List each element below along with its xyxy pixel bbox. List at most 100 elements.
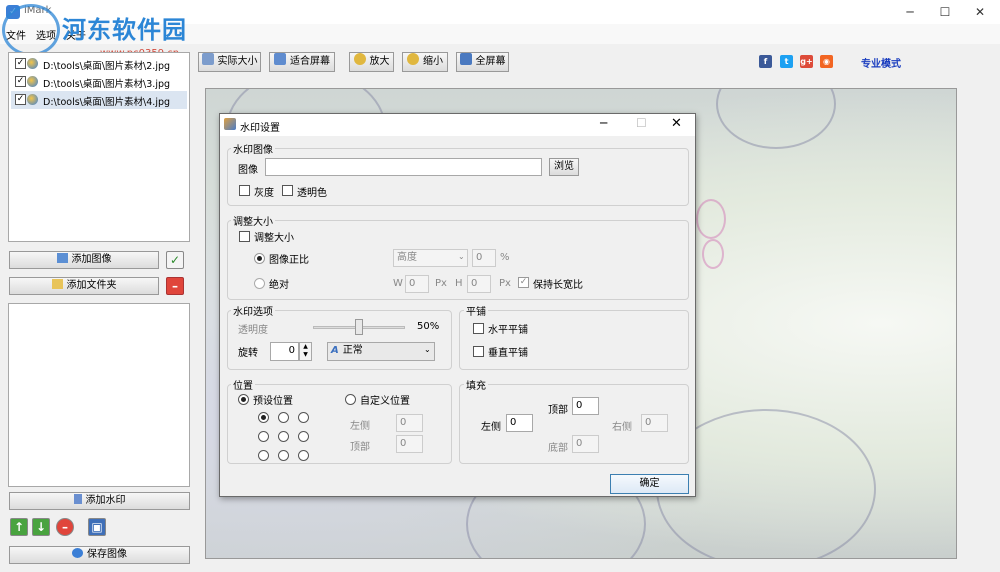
file-checkbox[interactable]: ✓ bbox=[15, 76, 26, 87]
move-down-icon[interactable]: ↓ bbox=[32, 518, 50, 536]
list-item[interactable]: ✓ D:\tools\桌面\图片素材\2.jpg bbox=[11, 55, 187, 73]
rotate-input[interactable]: 0 bbox=[270, 342, 299, 361]
image-group-label: 水印图像 bbox=[231, 141, 275, 156]
add-folder-label: 添加文件夹 bbox=[66, 280, 117, 291]
save-image-button[interactable]: 保存图像 bbox=[9, 546, 190, 564]
add-watermark-label: 添加水印 bbox=[85, 495, 126, 506]
padding-left-input[interactable]: 0 bbox=[506, 414, 533, 432]
preview-decoration bbox=[716, 89, 836, 149]
check-icon[interactable]: ✓ bbox=[166, 251, 184, 269]
site-watermark-logo-icon bbox=[2, 4, 60, 56]
close-button[interactable]: ✕ bbox=[963, 0, 997, 24]
resize-group-label: 调整大小 bbox=[231, 213, 275, 228]
blend-chevron-icon: ⌄ bbox=[424, 345, 431, 354]
height-label: H bbox=[455, 278, 463, 289]
zoom-out-button[interactable]: 缩小 bbox=[402, 52, 448, 72]
dialog-close-button[interactable]: ✕ bbox=[671, 116, 682, 131]
transparent-color-checkbox[interactable] bbox=[282, 185, 293, 196]
resize-label: 调整大小 bbox=[254, 233, 294, 244]
width-label: W bbox=[393, 278, 403, 289]
fit-screen-button[interactable]: 适合屏幕 bbox=[269, 52, 335, 72]
pro-mode-link[interactable]: 专业模式 bbox=[861, 55, 901, 70]
width-input: 0 bbox=[405, 275, 429, 293]
rss-icon[interactable]: ◉ bbox=[820, 55, 833, 68]
position-top-label: 顶部 bbox=[350, 442, 370, 453]
width-unit: Px bbox=[435, 278, 447, 289]
opacity-label: 透明度 bbox=[238, 325, 268, 336]
padding-right-label: 右侧 bbox=[612, 422, 632, 433]
position-left-label: 左侧 bbox=[350, 421, 370, 432]
file-checkbox[interactable]: ✓ bbox=[15, 94, 26, 105]
horizontal-tile-label: 水平平铺 bbox=[488, 325, 528, 336]
horizontal-tile-checkbox[interactable] bbox=[473, 323, 484, 334]
dimension-select: 高度 bbox=[393, 249, 468, 267]
fullscreen-icon bbox=[459, 53, 472, 65]
maximize-button[interactable]: ☐ bbox=[928, 0, 962, 24]
remove-icon[interactable]: – bbox=[166, 277, 184, 295]
twitter-icon[interactable]: t bbox=[780, 55, 793, 68]
list-item[interactable]: ✓ D:\tools\桌面\图片素材\3.jpg bbox=[11, 73, 187, 91]
image-label: 图像 bbox=[238, 165, 258, 176]
custom-position-radio[interactable] bbox=[345, 394, 356, 405]
grayscale-checkbox[interactable] bbox=[239, 185, 250, 196]
padding-left-label: 左侧 bbox=[481, 422, 501, 433]
padding-top-input[interactable]: 0 bbox=[572, 397, 599, 415]
zoom-in-button[interactable]: 放大 bbox=[349, 52, 394, 72]
position-grid-radio[interactable] bbox=[258, 412, 269, 423]
position-grid-radio[interactable] bbox=[298, 450, 309, 461]
google-plus-icon[interactable]: g+ bbox=[800, 55, 813, 68]
minimize-button[interactable]: ─ bbox=[893, 0, 927, 24]
vertical-tile-checkbox[interactable] bbox=[473, 346, 484, 357]
position-grid-radio[interactable] bbox=[258, 450, 269, 461]
file-list[interactable]: ✓ D:\tools\桌面\图片素材\2.jpg ✓ D:\tools\桌面\图… bbox=[8, 52, 190, 242]
preview-decoration bbox=[696, 199, 726, 239]
info-panel bbox=[8, 303, 190, 487]
add-folder-button[interactable]: 添加文件夹 bbox=[9, 277, 159, 295]
ok-button[interactable]: 确定 bbox=[610, 474, 689, 494]
dialog-minimize-button[interactable]: ─ bbox=[600, 116, 607, 130]
opacity-slider-thumb[interactable] bbox=[355, 319, 363, 335]
opacity-value: 50% bbox=[417, 321, 440, 332]
position-grid-radio[interactable] bbox=[298, 431, 309, 442]
resize-checkbox[interactable] bbox=[239, 231, 250, 242]
zoom-in-label: 放大 bbox=[369, 56, 390, 67]
padding-right-input: 0 bbox=[641, 414, 668, 432]
position-grid-radio[interactable] bbox=[278, 431, 289, 442]
padding-bottom-label: 底部 bbox=[548, 443, 568, 454]
image-path-input[interactable] bbox=[265, 158, 542, 176]
save-icon bbox=[72, 548, 83, 558]
rotate-spinner-icon[interactable]: ▲ ▼ bbox=[299, 342, 312, 361]
options-group bbox=[227, 310, 452, 370]
position-left-input: 0 bbox=[396, 414, 423, 432]
browse-button[interactable]: 浏览 bbox=[549, 158, 579, 176]
watermark-settings-dialog: 水印设置 ─ ☐ ✕ 水印图像 图像 浏览 灰度 透明色 调整大小 调整大小 图… bbox=[219, 113, 696, 497]
absolute-label: 绝对 bbox=[269, 280, 289, 291]
move-up-icon[interactable]: ↑ bbox=[10, 518, 28, 536]
position-grid-radio[interactable] bbox=[278, 450, 289, 461]
blend-mode-select[interactable]: A 正常 bbox=[327, 342, 435, 361]
actual-size-button[interactable]: 实际大小 bbox=[198, 52, 261, 72]
add-watermark-button[interactable]: 添加水印 bbox=[9, 492, 190, 510]
keep-ratio-label: 保持长宽比 bbox=[533, 280, 583, 291]
file-checkbox[interactable]: ✓ bbox=[15, 58, 26, 69]
fullscreen-button[interactable]: 全屏幕 bbox=[456, 52, 509, 72]
preset-position-radio[interactable] bbox=[238, 394, 249, 405]
custom-position-label: 自定义位置 bbox=[360, 396, 410, 407]
add-image-button[interactable]: 添加图像 bbox=[9, 251, 159, 269]
save-disk-icon[interactable]: ▣ bbox=[88, 518, 106, 536]
site-watermark-text: 河东软件园 bbox=[62, 15, 187, 44]
dialog-title: 水印设置 bbox=[240, 123, 280, 134]
padding-top-label: 顶部 bbox=[548, 405, 568, 416]
delete-icon[interactable]: – bbox=[56, 518, 74, 536]
position-grid-radio[interactable] bbox=[278, 412, 289, 423]
position-group-label: 位置 bbox=[231, 377, 255, 392]
list-item[interactable]: ✓ D:\tools\桌面\图片素材\4.jpg bbox=[11, 91, 187, 109]
position-grid-radio[interactable] bbox=[258, 431, 269, 442]
padding-bottom-input: 0 bbox=[572, 435, 599, 453]
font-icon: A bbox=[331, 345, 339, 356]
position-grid-radio[interactable] bbox=[298, 412, 309, 423]
height-unit: Px bbox=[499, 278, 511, 289]
facebook-icon[interactable]: f bbox=[759, 55, 772, 68]
keep-ratio-checkbox: ✓ bbox=[518, 277, 529, 288]
fit-screen-label: 适合屏幕 bbox=[290, 56, 330, 67]
